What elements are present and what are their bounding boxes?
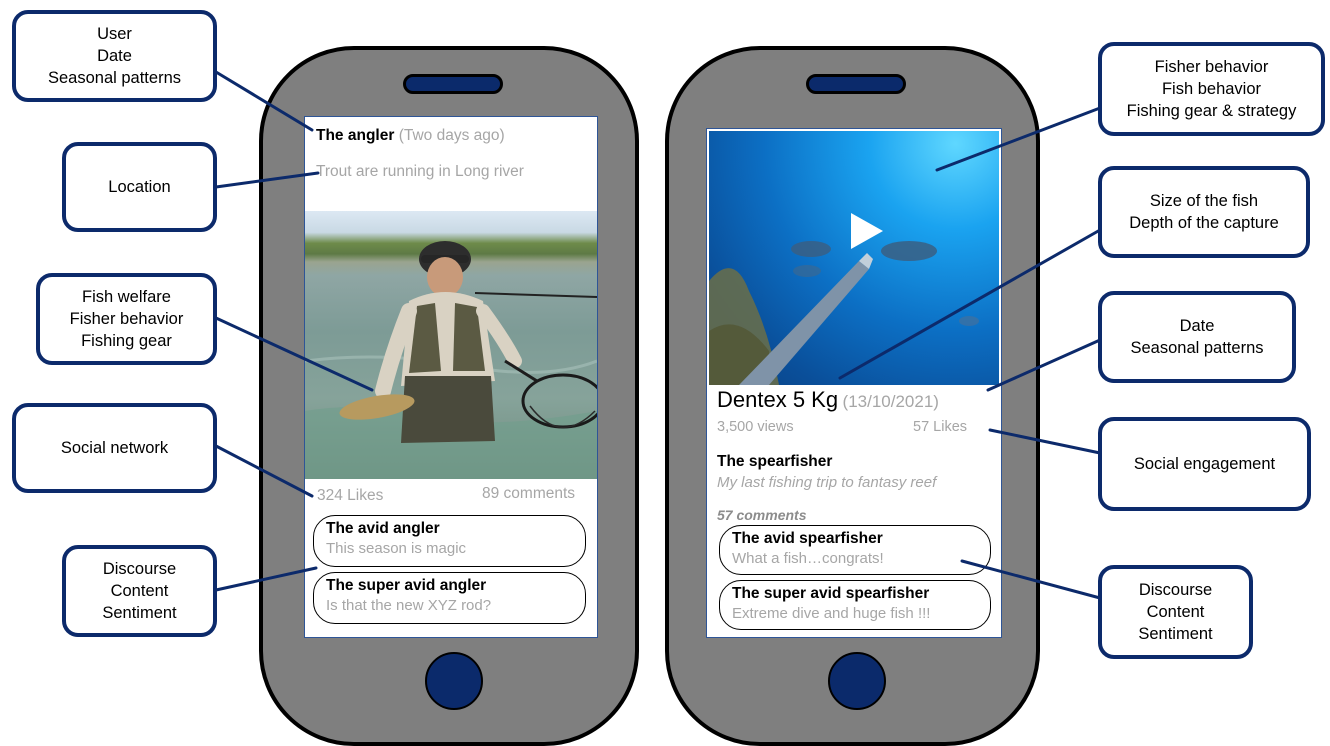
callout-line: Size of the fish [1149, 192, 1259, 210]
comment-card[interactable]: The super avid spearfisher Extreme dive … [719, 580, 991, 630]
comment-author: The avid angler [326, 520, 440, 537]
callout-line: Discourse [102, 560, 177, 578]
callout-line: Fishing gear [81, 332, 172, 350]
likes-count[interactable]: 57 Likes [913, 419, 967, 435]
post-user[interactable]: The spearfisher [717, 453, 832, 471]
callout-line: Location [108, 178, 171, 196]
comment-text: This season is magic [326, 540, 467, 557]
callout-line: Fish welfare [82, 288, 171, 306]
comment-author: The super avid angler [326, 577, 487, 594]
post-text: My last fishing trip to fantasy reef [717, 474, 937, 491]
callout-line: Content [1146, 603, 1205, 621]
callout-line: Date [1179, 317, 1215, 335]
comment-author: The super avid spearfisher [732, 585, 930, 602]
callout-line: Discourse [1138, 581, 1213, 599]
comments-count[interactable]: 57 comments [717, 507, 806, 523]
comment-text: Is that the new XYZ rod? [326, 597, 492, 614]
callout-line: Social network [60, 439, 169, 457]
video-title: Dentex 5 Kg [717, 387, 839, 412]
post-time: Two days ago [403, 127, 500, 144]
callout-line: Date [97, 47, 132, 65]
play-icon[interactable] [851, 213, 883, 249]
callout-location: Location [62, 142, 217, 232]
comment-author: The avid spearfisher [732, 530, 883, 547]
callout-fish-welfare: Fish welfare Fisher behavior Fishing gea… [36, 273, 217, 365]
callout-line: User [97, 25, 132, 43]
callout-line: Seasonal patterns [1130, 339, 1264, 357]
callout-date-seasonal: Date Seasonal patterns [1098, 291, 1296, 383]
comment-text: Extreme dive and huge fish !!! [732, 605, 931, 622]
comment-card[interactable]: The avid angler This season is magic [313, 515, 586, 567]
comments-count[interactable]: 89 comments [482, 485, 575, 503]
post-text: Trout are running in Long river [316, 163, 524, 180]
callout-line: Sentiment [1138, 625, 1213, 643]
post-header: The angler (Two days ago) [316, 127, 505, 145]
comment-text: What a fish…congrats! [732, 550, 884, 567]
angler-photo[interactable] [305, 211, 597, 479]
video-title-line: Dentex 5 Kg (13/10/2021) [717, 387, 939, 413]
views-count: 3,500 views [717, 419, 794, 435]
right-phone-speaker [806, 74, 906, 94]
callout-line: Social engagement [1133, 455, 1276, 473]
spearfishing-video-art [709, 241, 979, 385]
left-phone-screen: The angler (Two days ago) Trout are runn… [304, 116, 598, 638]
callout-line: Fish behavior [1161, 80, 1262, 98]
post-user[interactable]: The angler [316, 127, 394, 144]
angler-photo-art [305, 241, 597, 479]
callout-line: Fishing gear & strategy [1126, 102, 1297, 120]
right-phone-screen: Dentex 5 Kg (13/10/2021) 3,500 views 57 … [706, 128, 1002, 638]
callout-line: Sentiment [102, 604, 177, 622]
callout-line: Content [110, 582, 169, 600]
left-phone-home-button[interactable] [425, 652, 483, 710]
callout-fisher-behavior: Fisher behavior Fish behavior Fishing ge… [1098, 42, 1325, 136]
callout-social-network: Social network [12, 403, 217, 493]
spearfishing-video[interactable] [709, 131, 999, 385]
post-time-paren-close: ) [499, 127, 505, 144]
comment-card[interactable]: The avid spearfisher What a fish…congrat… [719, 525, 991, 575]
left-phone-speaker [403, 74, 503, 94]
callout-discourse-right: Discourse Content Sentiment [1098, 565, 1253, 659]
callout-line: Fisher behavior [69, 310, 184, 328]
callout-line: Seasonal patterns [47, 69, 181, 87]
right-phone-home-button[interactable] [828, 652, 886, 710]
callout-discourse-left: Discourse Content Sentiment [62, 545, 217, 637]
callout-social-engagement: Social engagement [1098, 417, 1311, 511]
callout-size-depth: Size of the fish Depth of the capture [1098, 166, 1310, 258]
likes-count[interactable]: 324 Likes [317, 487, 383, 505]
callout-line: Depth of the capture [1129, 214, 1279, 232]
comment-card[interactable]: The super avid angler Is that the new XY… [313, 572, 586, 624]
callout-line: Fisher behavior [1154, 58, 1269, 76]
video-date: (13/10/2021) [842, 392, 939, 411]
callout-user-date: User Date Seasonal patterns [12, 10, 217, 102]
